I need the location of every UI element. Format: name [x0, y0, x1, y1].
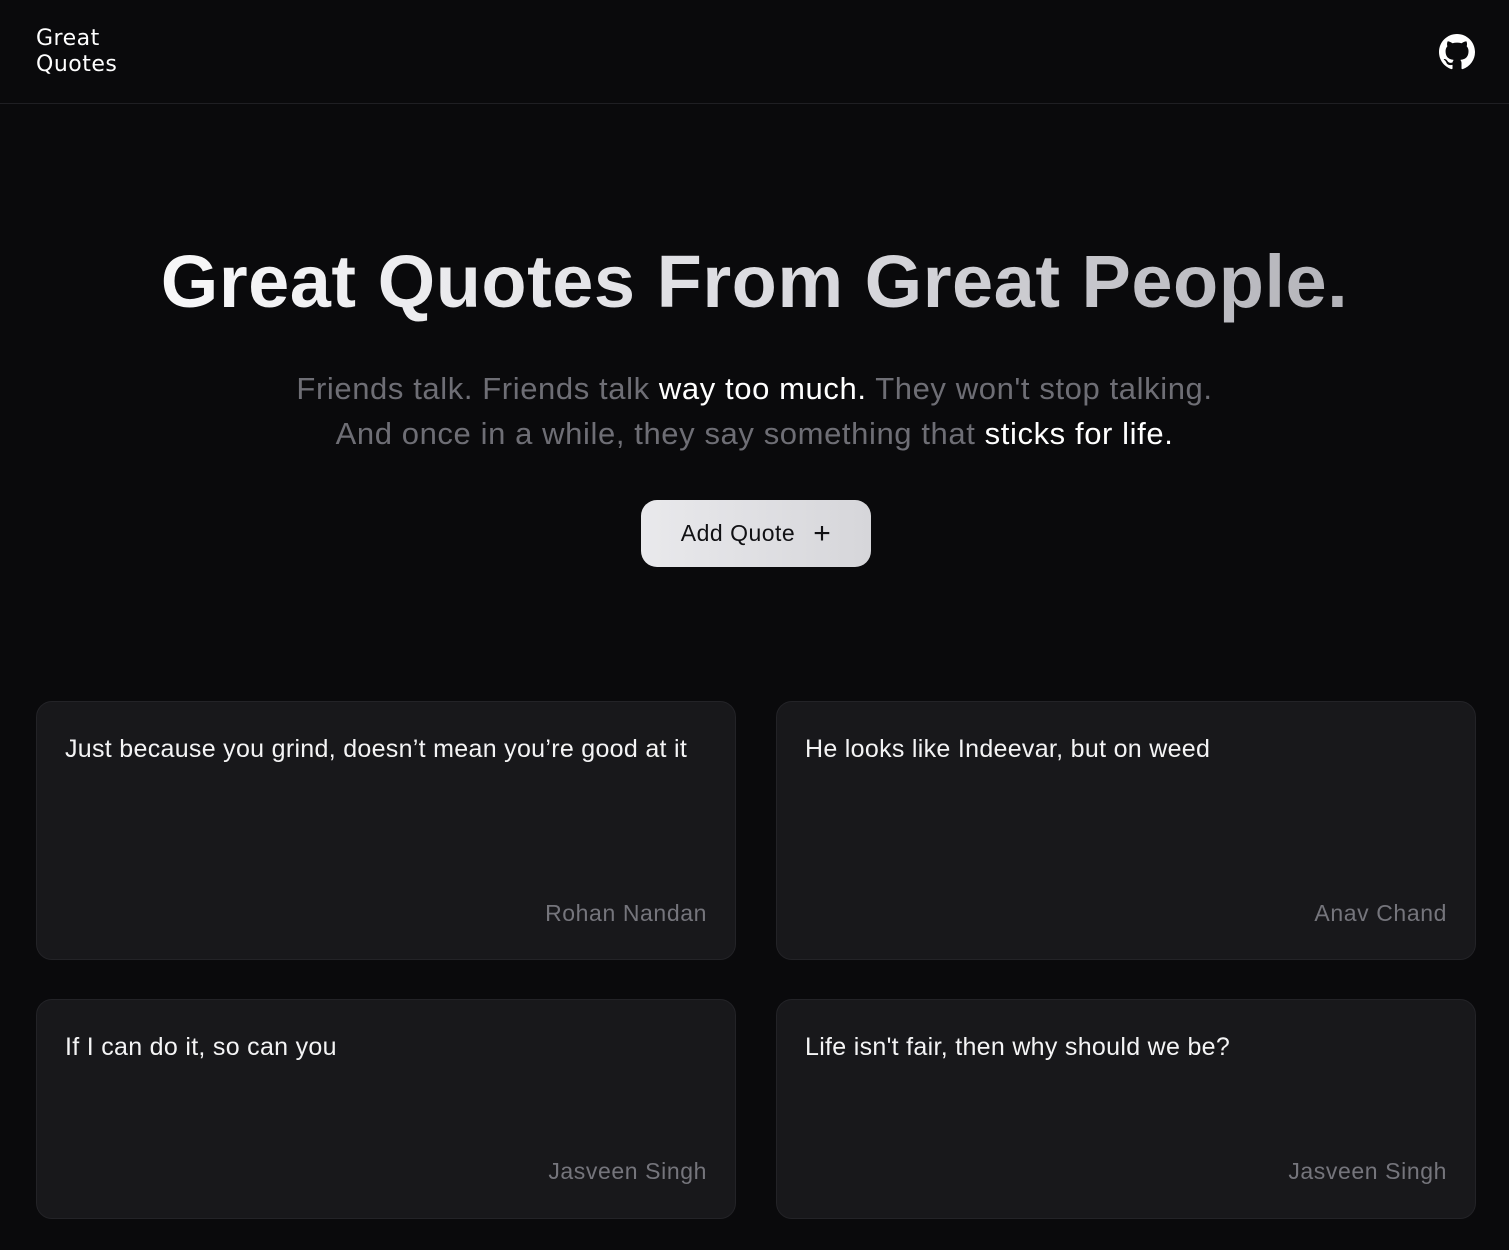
quote-text: If I can do it, so can you	[65, 1033, 337, 1061]
quote-text: Just because you grind, doesn’t mean you…	[65, 735, 688, 763]
subtitle-highlight: way too much.	[658, 371, 867, 406]
plus-icon: +	[813, 516, 832, 550]
subtitle-text: Friends talk. Friends talk	[296, 371, 659, 406]
add-quote-button[interactable]: Add Quote +	[641, 500, 871, 567]
quote-card[interactable]: Life isn't fair, then why should we be? …	[776, 999, 1476, 1219]
subtitle-text: They won't stop talking.	[866, 371, 1213, 406]
quote-author: Jasveen Singh	[1288, 1158, 1447, 1184]
github-link[interactable]	[1439, 34, 1475, 70]
subtitle-highlight: sticks for life.	[984, 416, 1174, 451]
quote-author: Anav Chand	[1314, 900, 1447, 926]
hero-subtitle: Friends talk. Friends talk way too much.…	[0, 366, 1509, 456]
hero-title: Great Quotes From Great People.	[0, 236, 1509, 328]
logo-line-1: Great	[36, 26, 100, 51]
subtitle-text: And once in a while, they say something …	[335, 416, 985, 451]
quote-card[interactable]: If I can do it, so can you Jasveen Singh	[36, 999, 736, 1219]
navbar: Great Quotes	[0, 0, 1509, 104]
quote-text: Life isn't fair, then why should we be?	[805, 1033, 1231, 1061]
quote-card[interactable]: He looks like Indeevar, but on weed Anav…	[776, 701, 1476, 960]
quote-author: Jasveen Singh	[548, 1158, 707, 1184]
quote-text: He looks like Indeevar, but on weed	[805, 735, 1211, 763]
logo-line-2: Quotes	[36, 52, 118, 77]
add-quote-label: Add Quote	[680, 520, 796, 546]
quote-card[interactable]: Just because you grind, doesn’t mean you…	[36, 701, 736, 960]
quote-author: Rohan Nandan	[545, 900, 707, 926]
github-icon	[1439, 34, 1475, 70]
site-logo[interactable]: Great Quotes	[36, 26, 156, 78]
